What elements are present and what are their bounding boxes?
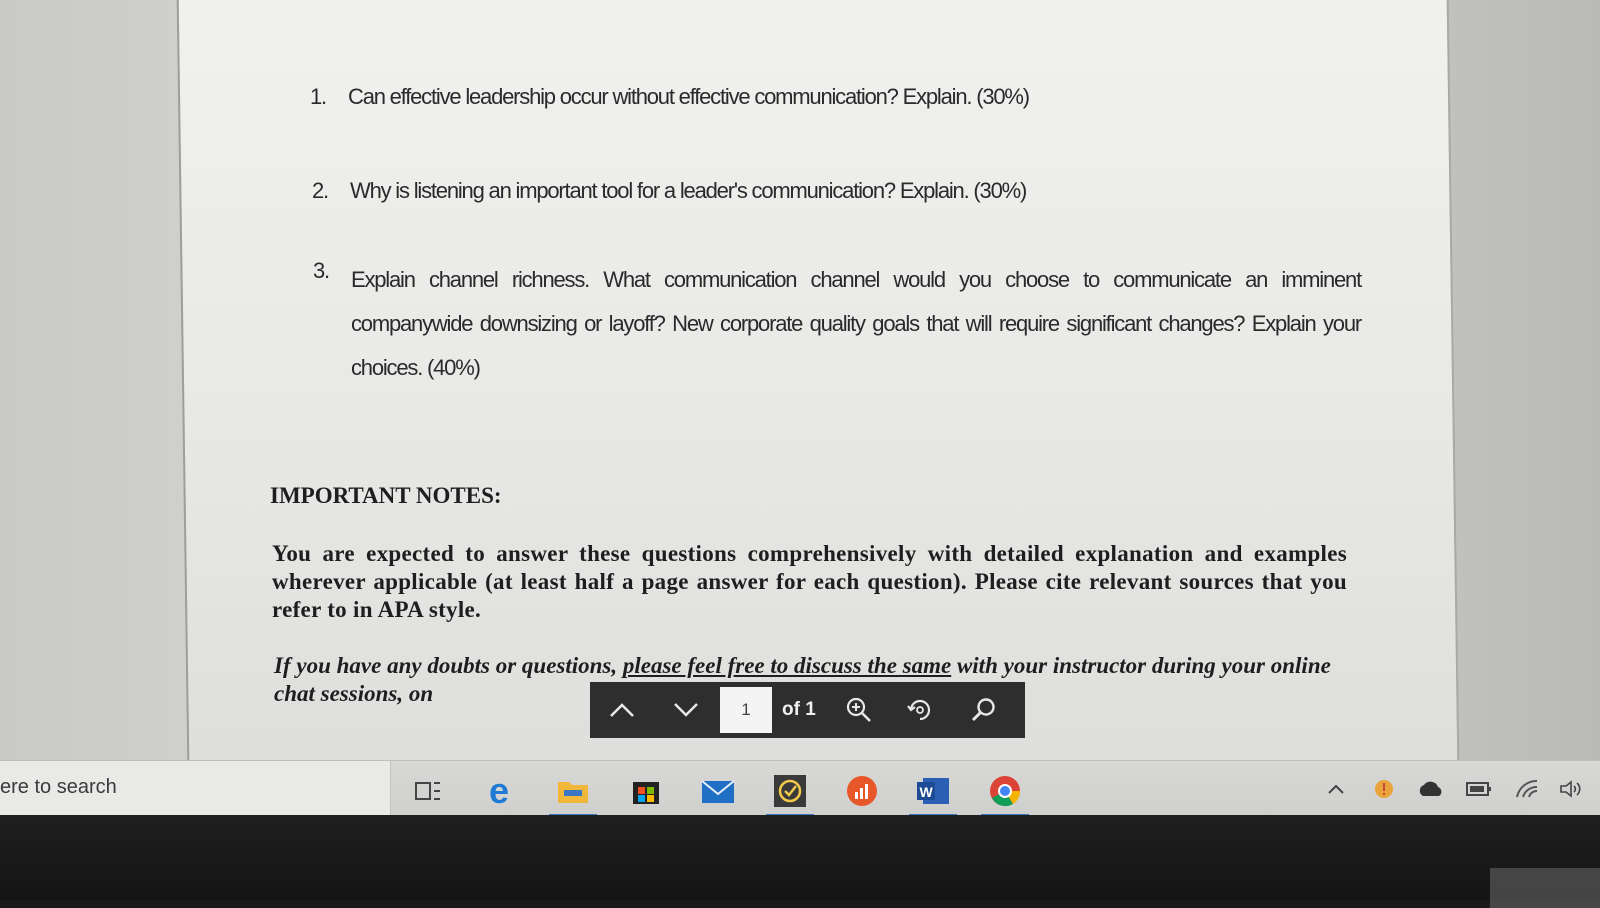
zoom-in-icon[interactable] (830, 682, 888, 738)
monitor-bezel (0, 815, 1600, 900)
edge-icon[interactable]: e (482, 771, 522, 811)
chevron-up-icon[interactable] (590, 682, 654, 738)
pdf-navigation-toolbar: 1 of 1 (590, 682, 1025, 738)
taskbar-search-box[interactable]: ere to search (0, 761, 391, 815)
screen: 1. Can effective leadership occur withou… (0, 0, 1600, 815)
mail-icon[interactable] (698, 771, 738, 811)
chevron-down-icon[interactable] (654, 682, 718, 738)
question-text: Why is listening an important tool for a… (350, 178, 1027, 203)
svg-text:W: W (920, 784, 934, 800)
notes-paragraph: You are expected to answer these questio… (272, 541, 1347, 622)
bezel-logo (1490, 868, 1600, 908)
rotate-icon[interactable] (888, 682, 952, 738)
store-icon[interactable] (626, 771, 666, 811)
notes-heading: IMPORTANT NOTES: (270, 483, 502, 508)
notes-italic-part-a: If you have any doubts or questions, (274, 653, 623, 678)
taskbar: ere to search e W (0, 760, 1600, 815)
todo-icon[interactable] (766, 771, 814, 815)
search-icon[interactable] (952, 682, 1016, 738)
notes-italic-part-b: please feel free to discuss the same (622, 653, 952, 678)
chrome-icon[interactable] (981, 771, 1029, 815)
page-total-label: of 1 (782, 699, 816, 720)
wifi-icon[interactable] (1512, 776, 1542, 802)
question-text: Can effective leadership occur without e… (348, 84, 1030, 109)
page-number-input[interactable]: 1 (720, 687, 772, 733)
search-placeholder: ere to search (0, 776, 117, 798)
chevron-up-icon[interactable] (1324, 776, 1348, 802)
question-number: 2. (312, 178, 329, 203)
volume-icon[interactable] (1556, 776, 1586, 802)
onedrive-icon[interactable] (1416, 776, 1446, 802)
warning-icon[interactable] (1371, 776, 1397, 802)
question-number: 1. (310, 84, 327, 109)
question-number: 3. (313, 258, 330, 283)
file-explorer-icon[interactable] (549, 771, 597, 815)
office-chart-icon[interactable] (842, 771, 882, 811)
task-view-icon[interactable] (408, 771, 448, 811)
question-text: Explain channel richness. What communica… (351, 267, 1362, 380)
battery-icon (1464, 776, 1494, 802)
svg-text:e: e (489, 774, 509, 808)
word-icon[interactable]: W (909, 771, 957, 815)
